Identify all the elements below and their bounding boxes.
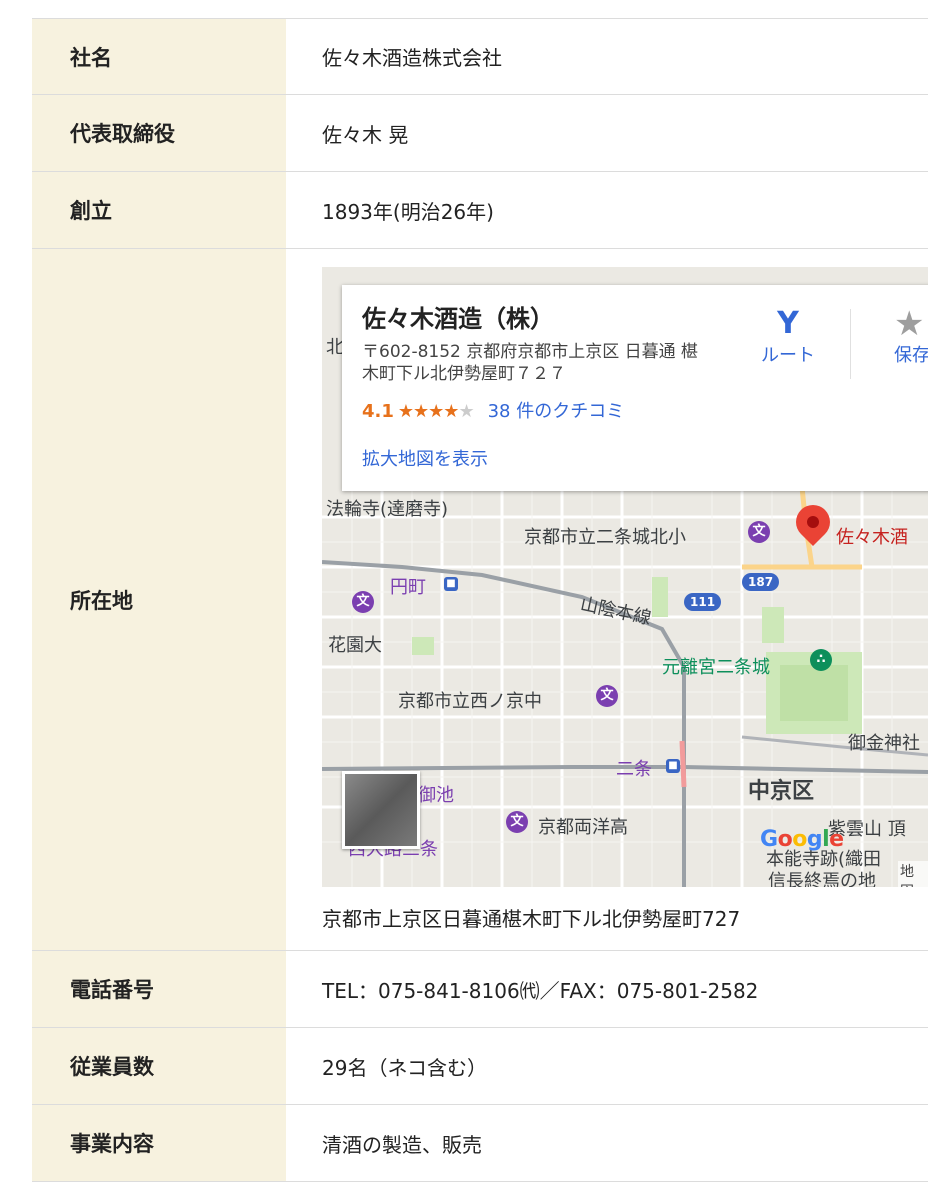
map-label-oike[interactable]: 御池 <box>418 781 454 807</box>
enlarge-map-link[interactable]: 拡大地図を表示 <box>362 445 488 471</box>
map-label-nijojo[interactable]: 元離宮二条城 <box>662 653 770 679</box>
location-address-text: 京都市上京区日暮通椹木町下ル北伊勢屋町727 <box>322 907 741 931</box>
value-business: 清酒の製造、販売 <box>286 1104 928 1182</box>
company-info-table: 社名 佐々木酒造株式会社 代表取締役 佐々木 晃 創立 1893年(明治26年)… <box>32 18 928 1182</box>
train-station-icon: ■ <box>444 577 458 591</box>
map-label-nobunaga: 信長終焉の地 <box>768 871 876 887</box>
sightseeing-icon: ∴ <box>810 649 832 671</box>
map-label-nakagyo: 中京区 <box>748 779 815 804</box>
company-info-page: 社名 佐々木酒造株式会社 代表取締役 佐々木 晃 創立 1893年(明治26年)… <box>32 0 928 1200</box>
street-view-thumbnail[interactable] <box>342 771 420 849</box>
label-company-name: 社名 <box>32 18 286 95</box>
school-icon-4: 文 <box>506 811 528 833</box>
save-label: 保存 <box>894 345 928 366</box>
row-ceo: 代表取締役 佐々木 晃 <box>32 94 928 172</box>
label-founded: 創立 <box>32 171 286 249</box>
google-logo: Google <box>760 827 844 852</box>
route-shield-187: 187 <box>742 573 780 591</box>
school-icon-3: 文 <box>596 685 618 707</box>
label-location: 所在地 <box>32 248 286 951</box>
label-business: 事業内容 <box>32 1104 286 1182</box>
embedded-map[interactable]: 法輪寺(達磨寺) 京都市立二条城北小 文 佐々木酒 文 円町 ■ 187 111… <box>322 267 928 887</box>
map-label-temple[interactable]: 法輪寺(達磨寺) <box>326 495 448 521</box>
place-address: 〒602-8152 京都府京都市上京区 日暮通 椹木町下ル北伊勢屋町７２７ <box>362 342 699 384</box>
school-icon-2: 文 <box>352 591 374 613</box>
star-filled-icon: ★★★★ <box>397 401 460 422</box>
value-employees: 29名（ネコ含む） <box>286 1027 928 1105</box>
place-info-card: 佐々木酒造（株） 〒602-8152 京都府京都市上京区 日暮通 椹木町下ル北伊… <box>342 285 928 491</box>
map-label-nishinokyo[interactable]: 京都市立西ノ京中 <box>398 687 542 713</box>
train-station-icon-2: ■ <box>666 759 680 773</box>
row-employees: 従業員数 29名（ネコ含む） <box>32 1027 928 1105</box>
save-button[interactable]: ★ 保存 <box>894 307 928 367</box>
label-phone: 電話番号 <box>32 950 286 1028</box>
map-label-school-north[interactable]: 京都市立二条城北小 <box>524 523 686 549</box>
row-business: 事業内容 清酒の製造、販売 <box>32 1104 928 1182</box>
school-icon[interactable]: 文 <box>748 521 770 543</box>
reviews-link[interactable]: 38 件のクチコミ <box>488 401 625 422</box>
star-save-icon: ★ <box>894 304 925 344</box>
value-founded: 1893年(明治26年) <box>286 171 928 249</box>
route-shield-111: 111 <box>684 593 722 611</box>
map-label-yoyokou[interactable]: 京都両洋高 <box>538 813 628 839</box>
row-location: 所在地 法輪寺(達磨寺) 京都市立二条城北小 文 佐々木酒 文 円町 ■ 187… <box>32 248 928 951</box>
route-button[interactable]: Y ルート <box>748 307 828 367</box>
label-ceo: 代表取締役 <box>32 94 286 172</box>
rating-value: 4.1 <box>362 401 394 422</box>
row-founded: 創立 1893年(明治26年) <box>32 171 928 249</box>
place-title: 佐々木酒造（株） <box>362 305 554 333</box>
rating-stars: ★★★★★ <box>397 401 475 422</box>
value-phone: TEL：075-841-8106㈹／FAX：075-801-2582 <box>286 950 928 1028</box>
row-company-name: 社名 佐々木酒造株式会社 <box>32 18 928 95</box>
card-divider <box>850 309 851 379</box>
map-label-okane[interactable]: 御金神社 <box>848 729 920 755</box>
map-label-nijo[interactable]: 二条 <box>616 755 652 781</box>
place-rating: 4.1 ★★★★★ 38 件のクチコミ <box>362 397 624 423</box>
value-ceo: 佐々木 晃 <box>286 94 928 172</box>
star-empty-icon: ★ <box>458 401 474 422</box>
row-phone: 電話番号 TEL：075-841-8106㈹／FAX：075-801-2582 <box>32 950 928 1028</box>
directions-icon: Y <box>777 306 799 341</box>
label-employees: 従業員数 <box>32 1027 286 1105</box>
value-location: 法輪寺(達磨寺) 京都市立二条城北小 文 佐々木酒 文 円町 ■ 187 111… <box>286 248 928 951</box>
value-company-name: 佐々木酒造株式会社 <box>286 18 928 95</box>
map-data-credit[interactable]: 地図 <box>898 861 928 887</box>
route-label: ルート <box>761 345 815 366</box>
map-label-kaendai[interactable]: 花園大 <box>328 631 382 657</box>
map-label-sasaki[interactable]: 佐々木酒 <box>836 523 908 549</box>
map-label-enmachi[interactable]: 円町 <box>390 573 426 599</box>
